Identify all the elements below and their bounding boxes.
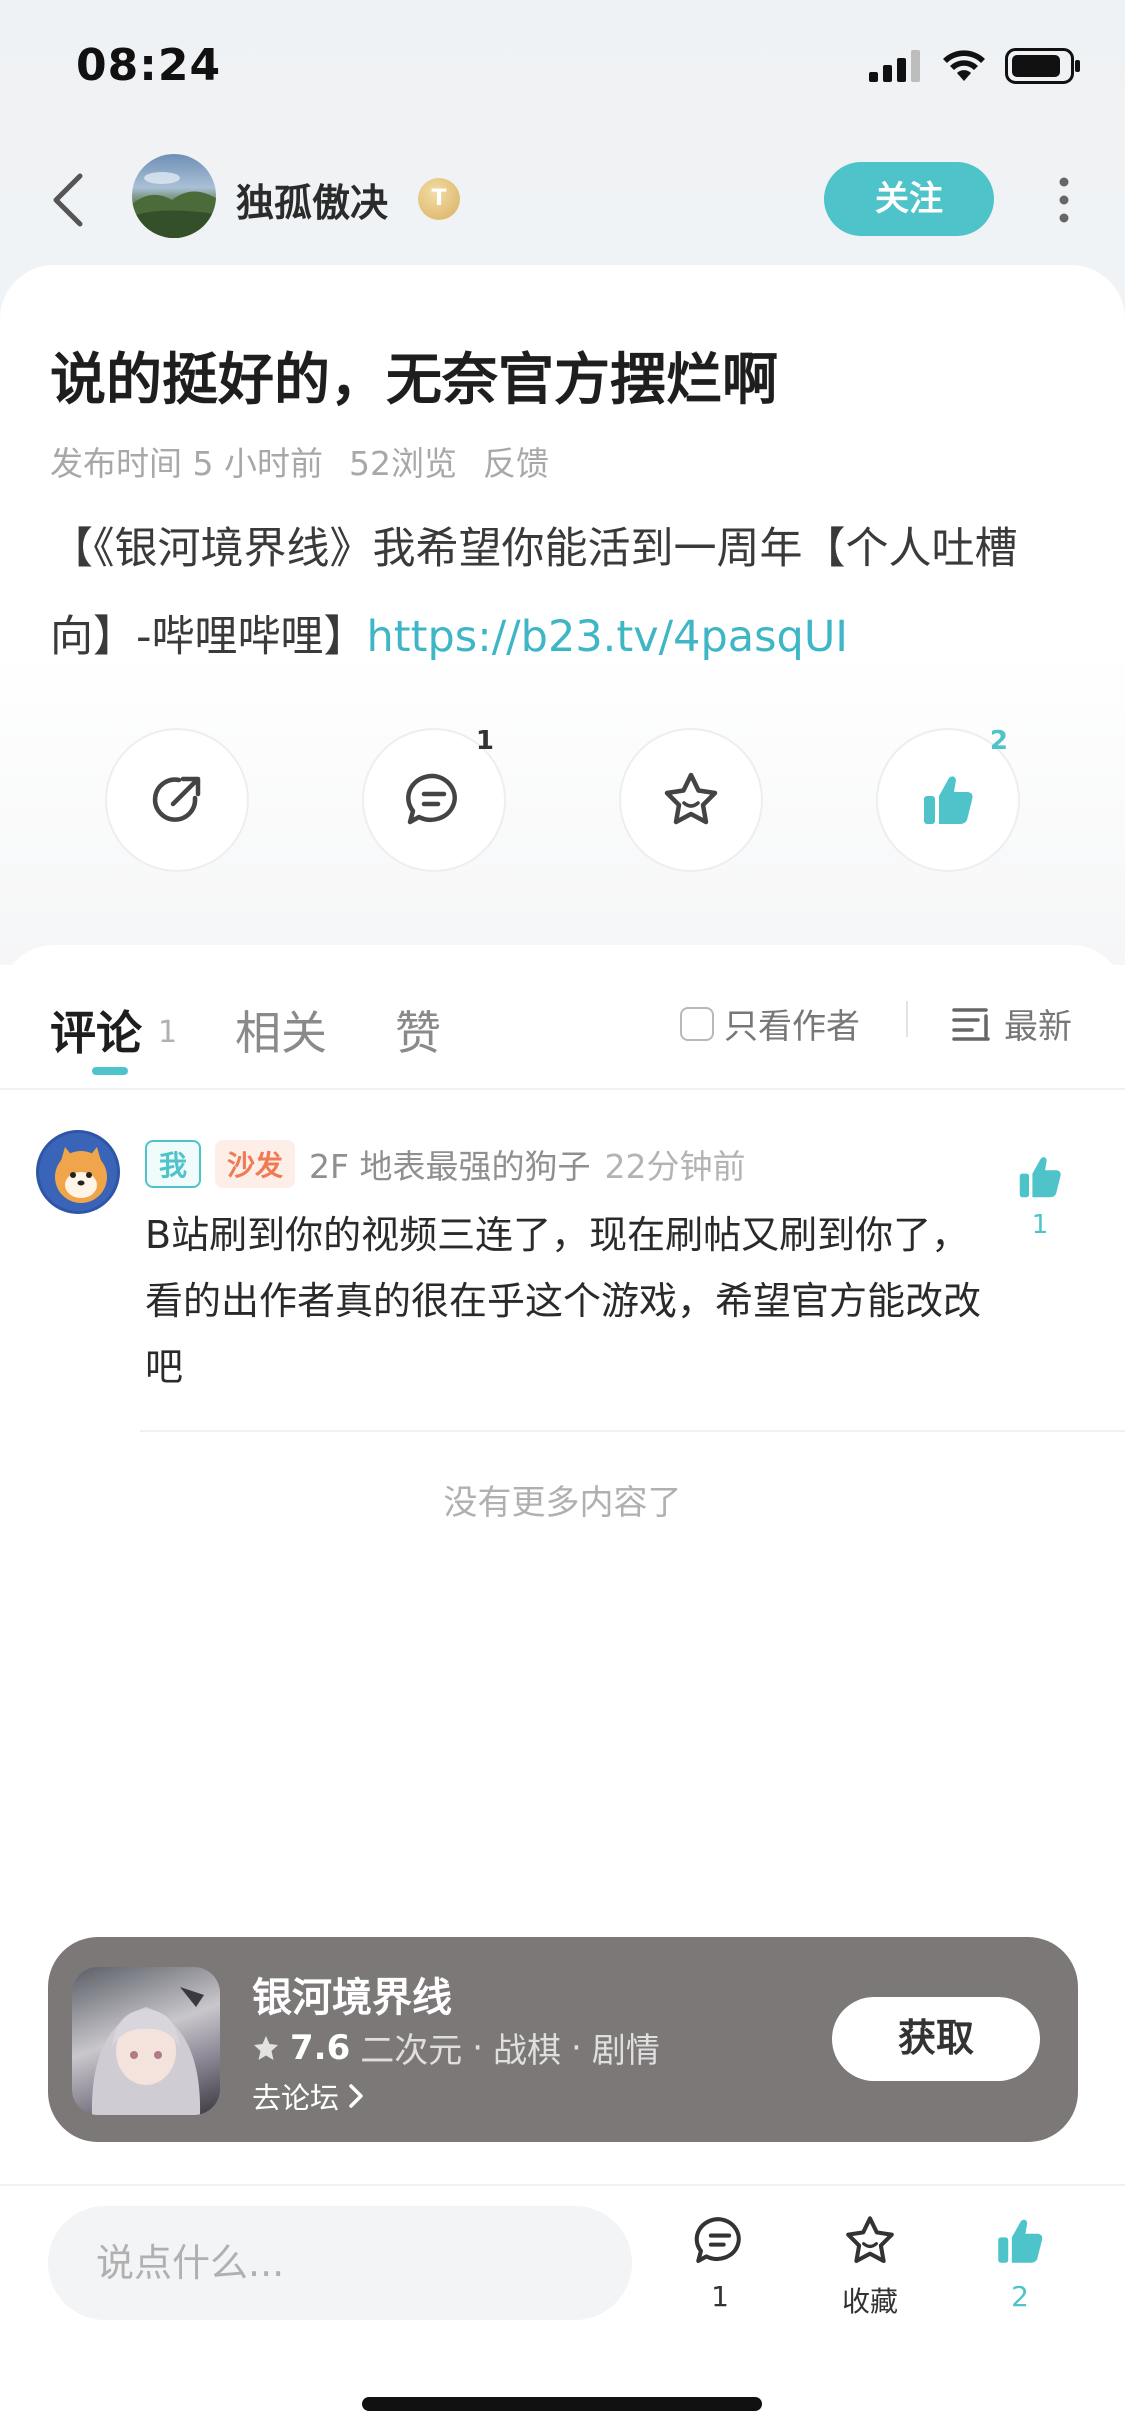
bottom-favorite-label: 收藏 (841, 2285, 898, 2318)
tab-likes[interactable]: 赞 (395, 997, 441, 1063)
view-count: 52浏览 (348, 444, 457, 483)
game-character-icon (91, 1987, 204, 2115)
game-rating: 7.6 (290, 2027, 351, 2068)
bottom-favorite-button[interactable]: 收藏 (820, 2212, 920, 2320)
post-meta: 发布时间 5 小时前 52浏览 反馈 (50, 437, 549, 485)
status-time: 08:24 (76, 40, 222, 91)
comment-like-button[interactable]: 1 (1010, 1150, 1070, 1240)
thumbs-up-icon (1019, 1157, 1061, 1198)
post-link[interactable]: https://b23.tv/4pasqUI (367, 612, 848, 662)
go-to-forum-link[interactable]: 去论坛 (252, 2075, 365, 2117)
share-button[interactable] (107, 730, 247, 870)
chevron-right-icon (349, 2084, 363, 2108)
game-tag: 二次元 (360, 2031, 463, 2071)
author-only-toggle[interactable]: 只看作者 (680, 999, 860, 1048)
comment-divider (140, 1430, 1125, 1432)
author-name[interactable]: 独孤傲决 (236, 172, 388, 227)
no-more-content: 没有更多内容了 (443, 1483, 682, 1523)
comment-floor-author[interactable]: 2F 地表最强的狗子 (309, 1140, 590, 1188)
comment-input[interactable] (48, 2206, 632, 2320)
me-tag: 我 (145, 1140, 202, 1188)
back-arrow-icon[interactable] (44, 170, 94, 230)
publish-time: 发布时间 5 小时前 (50, 444, 323, 483)
feedback-link[interactable]: 反馈 (483, 437, 549, 485)
comment-like-count: 1 (1031, 1210, 1049, 1240)
status-bar: 08:24 (0, 0, 1125, 140)
post-header: 独孤傲决 T 关注 (0, 150, 1125, 250)
author-only-label: 只看作者 (724, 1007, 860, 1047)
comment-icon (406, 773, 457, 825)
game-name: 银河境界线 (252, 1975, 452, 2021)
tab-comments-count: 1 (158, 1015, 178, 1050)
game-card[interactable]: 银河境界线 7.6 二次元 · 战棋 · 剧情 去论坛 获取 (48, 1937, 1078, 2142)
status-icons (869, 48, 1081, 84)
wifi-icon (943, 50, 985, 81)
tag-dot: · (571, 2027, 582, 2068)
sort-label: 最新 (1004, 1007, 1072, 1047)
bottom-comment-count: 1 (711, 2280, 729, 2313)
sort-toggle[interactable]: 最新 (952, 999, 1072, 1048)
like-action-count: 2 (989, 726, 1008, 756)
share-icon (152, 776, 201, 822)
tab-related[interactable]: 相关 (235, 997, 327, 1063)
comment-action-count: 1 (475, 726, 494, 756)
post-body: 【《银河境界线》我希望你能活到一周年【个人吐槽向】-哔哩哔哩】https://b… (50, 505, 1080, 681)
game-tag: 剧情 (591, 2031, 660, 2071)
follow-button[interactable]: 关注 (824, 162, 994, 236)
post-title: 说的挺好的，无奈官方摆烂啊 (50, 348, 778, 413)
comment-icon (694, 2217, 741, 2263)
rating-star-icon (254, 2035, 278, 2060)
star-icon (846, 2216, 894, 2263)
forum-label: 去论坛 (252, 2081, 340, 2115)
tag-dot: · (472, 2027, 484, 2068)
sofa-tag: 沙发 (215, 1140, 296, 1188)
tab-comments[interactable]: 评论 (50, 997, 142, 1063)
get-game-button[interactable]: 获取 (832, 1997, 1040, 2081)
comment-item: 我 沙发 2F 地表最强的狗子 22分钟前 B站刷到你的视频三连了，现在刷帖又刷… (0, 1120, 1125, 1389)
comment-text: B站刷到你的视频三连了，现在刷帖又刷到你了，看的出作者真的很在乎这个游戏，希望官… (145, 1213, 982, 1389)
star-icon (664, 772, 718, 825)
thumbs-up-icon (924, 776, 973, 824)
battery-icon (1005, 48, 1080, 84)
game-cover-image (72, 1967, 220, 2115)
home-indicator[interactable] (362, 2397, 762, 2411)
sort-icon (952, 1007, 990, 1041)
like-action-button[interactable]: 2 (878, 726, 1018, 870)
favorite-action-button[interactable] (621, 730, 761, 870)
thumbs-up-icon (998, 2219, 1043, 2263)
comment-meta: 我 沙发 2F 地表最强的狗子 22分钟前 (145, 1140, 746, 1188)
cellular-signal-icon (869, 50, 920, 82)
author-only-checkbox[interactable] (680, 1006, 714, 1041)
comment-time: 22分钟前 (604, 1147, 746, 1186)
comment-tabs: 评论 1 相关 赞 只看作者 最新 (0, 945, 1125, 1090)
game-tag: 战棋 (493, 2031, 562, 2071)
landscape-avatar-icon (132, 172, 216, 238)
bottom-like-button[interactable]: 2 (970, 2212, 1070, 2313)
post-card: 说的挺好的，无奈官方摆烂啊 发布时间 5 小时前 52浏览 反馈 【《银河境界线… (0, 265, 1125, 965)
comment-action-button[interactable]: 1 (364, 726, 504, 870)
post-actions: 1 2 (0, 726, 1125, 890)
more-options-icon[interactable] (1052, 170, 1076, 230)
active-tab-indicator (92, 1067, 128, 1075)
commenter-avatar[interactable] (36, 1130, 120, 1214)
bottom-comment-button[interactable]: 1 (670, 2212, 770, 2313)
shiba-dog-avatar-icon (55, 1147, 107, 1203)
tabs-separator (906, 1001, 908, 1037)
author-avatar[interactable] (132, 154, 216, 238)
game-info: 7.6 二次元 · 战棋 · 剧情 (252, 2023, 660, 2072)
bottom-like-count: 2 (1011, 2280, 1029, 2313)
user-level-badge: T (418, 178, 460, 220)
